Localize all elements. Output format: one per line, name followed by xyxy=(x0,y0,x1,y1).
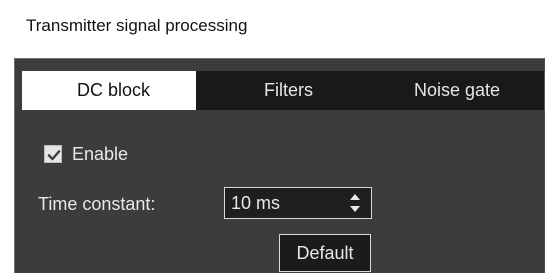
enable-checkbox[interactable] xyxy=(44,145,62,163)
section-title: Transmitter signal processing xyxy=(26,16,248,35)
tab-filters[interactable]: Filters xyxy=(196,71,382,110)
check-icon xyxy=(47,149,61,161)
default-button[interactable]: Default xyxy=(279,234,371,272)
tab-dc-block[interactable]: DC block xyxy=(22,71,206,110)
time-constant-spinbox[interactable]: 10 ms xyxy=(224,187,372,219)
spin-arrows-icon[interactable] xyxy=(349,192,361,214)
dialog-page: Transmitter signal processing DC block F… xyxy=(0,0,545,273)
enable-label: Enable xyxy=(72,143,129,164)
enable-row[interactable]: Enable xyxy=(44,140,128,168)
tab-bar: DC block Filters Noise gate xyxy=(14,71,545,110)
time-constant-value[interactable]: 10 ms xyxy=(231,191,280,215)
time-constant-label: Time constant: xyxy=(38,194,156,214)
tab-noise-gate[interactable]: Noise gate xyxy=(370,71,545,110)
